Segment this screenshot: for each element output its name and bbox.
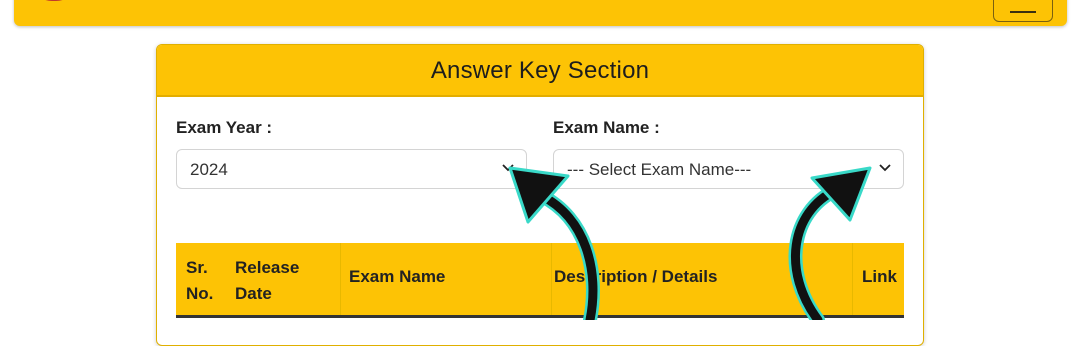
exam-year-label: Exam Year : [176,118,273,137]
column-link: Link [852,243,904,315]
column-release-date: Release Date [235,258,300,303]
answer-key-card: Answer Key Section Exam Year : 2024 Exam… [156,44,924,346]
exam-year-value: 2024 [190,160,228,179]
exam-name-label: Exam Name : [553,118,660,137]
section-title: Answer Key Section [157,45,923,97]
top-nav-bar [14,0,1067,26]
chevron-down-icon [502,164,514,172]
answer-key-table-header: Sr. No. Release Date Exam Name Descripti… [176,243,904,318]
exam-year-select[interactable]: 2024 [176,149,527,189]
column-description: Description / Details [551,243,852,315]
logo-icon[interactable] [30,0,78,1]
hamburger-menu-button[interactable] [993,0,1053,22]
column-sr-no: Sr. No. [186,258,214,303]
chevron-down-icon [879,164,891,172]
hamburger-menu-icon [1010,11,1036,13]
exam-name-select[interactable]: --- Select Exam Name--- [553,149,904,189]
exam-name-value: --- Select Exam Name--- [567,160,752,179]
column-exam-name: Exam Name [340,243,551,315]
